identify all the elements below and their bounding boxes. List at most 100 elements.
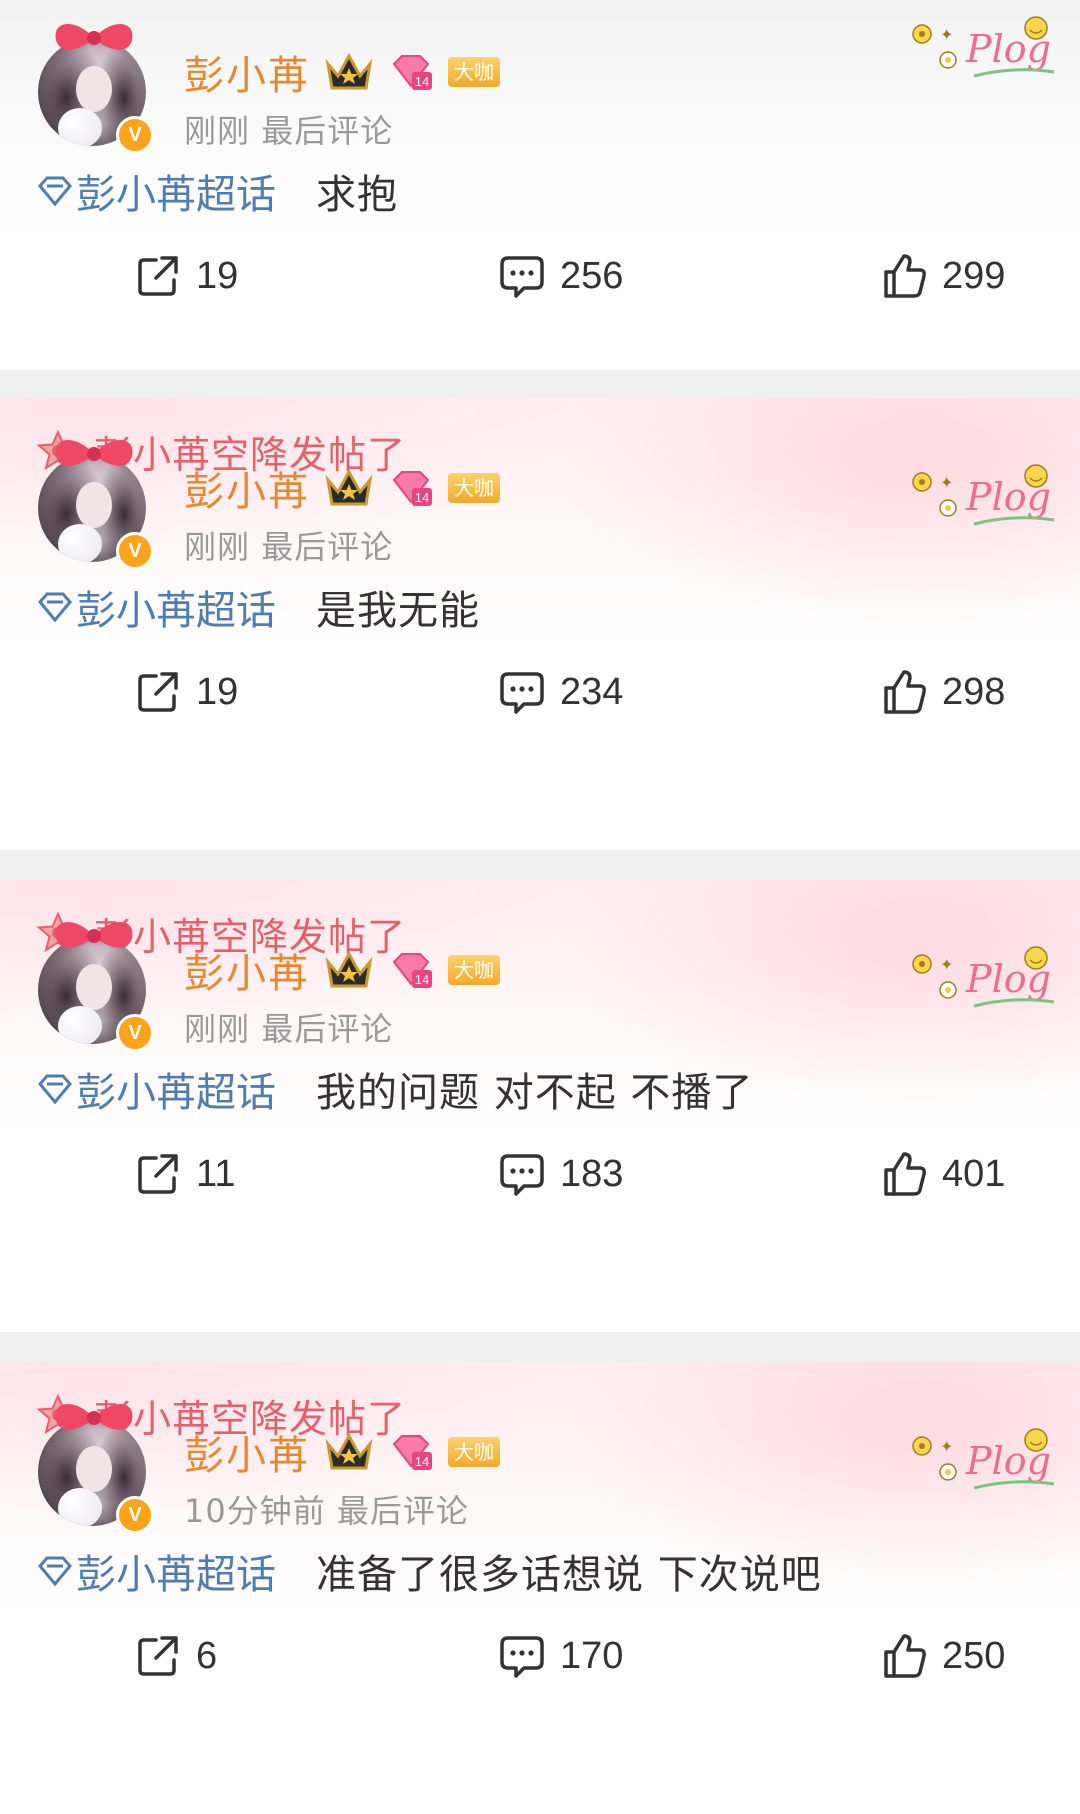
share-button[interactable]: 19 xyxy=(134,662,238,722)
bow-icon xyxy=(55,439,133,466)
verified-badge: V xyxy=(116,1014,154,1052)
avatar[interactable]: V xyxy=(38,921,154,1052)
comment-count: 183 xyxy=(560,1152,624,1195)
plog-sticker: ✦ Plog xyxy=(912,16,1055,78)
like-button[interactable]: 298 xyxy=(880,662,1005,722)
meta-suffix: 最后评论 xyxy=(261,112,394,150)
user-row: 彭小苒 14 大咖 xyxy=(184,1424,500,1480)
comment-button[interactable]: 170 xyxy=(498,1626,623,1686)
post-meta: 刚刚 最后评论 xyxy=(184,1004,393,1050)
post-card[interactable]: 彭小苒空降发帖了 V 彭小苒 14 大咖 10分钟前 最后评论 ✦ Plog 彭… xyxy=(0,1362,1080,1814)
comment-button[interactable]: 234 xyxy=(498,662,623,722)
comment-icon xyxy=(500,672,544,714)
comment-icon xyxy=(500,1154,544,1196)
like-count: 401 xyxy=(942,1152,1006,1195)
share-count: 11 xyxy=(196,1152,236,1195)
super-topic-link[interactable]: 彭小苒超话 xyxy=(36,1542,276,1600)
comment-button[interactable]: 183 xyxy=(498,1144,623,1204)
diamond-icon: 14 xyxy=(392,55,432,90)
like-button[interactable]: 250 xyxy=(880,1626,1005,1686)
comment-count: 234 xyxy=(560,670,624,713)
share-button[interactable]: 19 xyxy=(134,246,238,306)
thumbs-up-icon xyxy=(884,254,926,298)
action-bar: 11 183 401 xyxy=(0,1144,1080,1204)
post-text: 我的问题 对不起 不播了 xyxy=(316,1070,754,1116)
post-body[interactable]: 彭小苒超话 求抱 xyxy=(36,162,398,220)
verified-badge: V xyxy=(116,532,154,570)
action-bar: 19 234 298 xyxy=(0,662,1080,722)
bow-icon xyxy=(55,1403,133,1430)
meta-suffix: 最后评论 xyxy=(336,1492,469,1530)
post-body[interactable]: 彭小苒超话 我的问题 对不起 不播了 xyxy=(36,1060,753,1118)
crown-icon xyxy=(325,52,373,90)
like-button[interactable]: 299 xyxy=(880,246,1005,306)
share-icon xyxy=(138,1636,178,1676)
post-time: 10分钟前 xyxy=(184,1492,326,1530)
meta-suffix: 最后评论 xyxy=(261,528,394,566)
user-row: 彭小苒 14 大咖 xyxy=(184,44,500,100)
post-text: 求抱 xyxy=(316,172,398,218)
comment-button[interactable]: 256 xyxy=(498,246,623,306)
like-count: 298 xyxy=(942,670,1006,713)
share-icon xyxy=(138,672,178,712)
username[interactable]: 彭小苒 xyxy=(184,459,310,517)
super-topic-label: 彭小苒超话 xyxy=(76,1552,276,1598)
post-card[interactable]: 彭小苒空降发帖了 V 彭小苒 14 大咖 刚刚 最后评论 ✦ Plog 彭小苒超… xyxy=(0,880,1080,1332)
post-time: 刚刚 xyxy=(184,112,251,150)
post-meta: 刚刚 最后评论 xyxy=(184,522,393,568)
meta-suffix: 最后评论 xyxy=(261,1010,394,1048)
diamond-icon: 14 xyxy=(392,953,432,988)
user-row: 彭小苒 14 大咖 xyxy=(184,942,500,998)
post-card[interactable]: V 彭小苒 14 大咖 刚刚 最后评论 ✦ Plog 彭小苒超话 求抱 19 2… xyxy=(0,0,1080,370)
post-feed: V 彭小苒 14 大咖 刚刚 最后评论 ✦ Plog 彭小苒超话 求抱 19 2… xyxy=(0,0,1080,1814)
share-count: 19 xyxy=(196,670,239,713)
svg-text:14: 14 xyxy=(415,972,429,987)
avatar[interactable]: V xyxy=(38,1403,154,1534)
level-badge: 大咖 xyxy=(448,57,500,87)
super-topic-diamond-icon xyxy=(38,1556,72,1587)
plog-sticker: ✦ Plog xyxy=(912,464,1055,526)
crown-icon xyxy=(325,950,373,988)
plog-sticker: ✦ Plog xyxy=(912,1428,1055,1490)
post-body[interactable]: 彭小苒超话 准备了很多话想说 下次说吧 xyxy=(36,1542,822,1600)
avatar[interactable]: V xyxy=(38,439,154,570)
bow-icon xyxy=(55,921,133,948)
like-button[interactable]: 401 xyxy=(880,1144,1005,1204)
share-button[interactable]: 11 xyxy=(134,1144,235,1204)
comment-count: 256 xyxy=(560,254,624,297)
action-bar: 19 256 299 xyxy=(0,246,1080,306)
username[interactable]: 彭小苒 xyxy=(184,941,310,999)
level-badge: 大咖 xyxy=(448,473,500,503)
level-badge: 大咖 xyxy=(448,955,500,985)
post-body[interactable]: 彭小苒超话 是我无能 xyxy=(36,578,480,636)
crown-icon xyxy=(325,468,373,506)
verified-badge: V xyxy=(116,1496,154,1534)
svg-text:✦: ✦ xyxy=(940,1437,953,1456)
diamond-icon: 14 xyxy=(392,1435,432,1470)
post-meta: 10分钟前 最后评论 xyxy=(184,1486,469,1532)
crown-icon xyxy=(325,1432,373,1470)
share-count: 19 xyxy=(196,254,239,297)
plog-sticker: ✦ Plog xyxy=(912,946,1055,1008)
post-card[interactable]: 彭小苒空降发帖了 V 彭小苒 14 大咖 刚刚 最后评论 ✦ Plog 彭小苒超… xyxy=(0,398,1080,850)
super-topic-link[interactable]: 彭小苒超话 xyxy=(36,162,276,220)
thumbs-up-icon xyxy=(884,670,926,714)
super-topic-link[interactable]: 彭小苒超话 xyxy=(36,578,276,636)
share-icon xyxy=(138,1154,178,1194)
super-topic-label: 彭小苒超话 xyxy=(76,1070,276,1116)
super-topic-label: 彭小苒超话 xyxy=(76,588,276,634)
username[interactable]: 彭小苒 xyxy=(184,1423,310,1481)
avatar[interactable]: V xyxy=(38,23,154,154)
super-topic-diamond-icon xyxy=(38,592,72,623)
comment-icon xyxy=(500,256,544,298)
thumbs-up-icon xyxy=(884,1634,926,1678)
share-icon xyxy=(138,256,178,296)
comment-icon xyxy=(500,1636,544,1678)
username[interactable]: 彭小苒 xyxy=(184,43,310,101)
share-button[interactable]: 6 xyxy=(134,1626,217,1686)
like-count: 250 xyxy=(942,1634,1006,1677)
super-topic-link[interactable]: 彭小苒超话 xyxy=(36,1060,276,1118)
user-row: 彭小苒 14 大咖 xyxy=(184,460,500,516)
super-topic-label: 彭小苒超话 xyxy=(76,172,276,218)
svg-text:✦: ✦ xyxy=(940,25,953,44)
